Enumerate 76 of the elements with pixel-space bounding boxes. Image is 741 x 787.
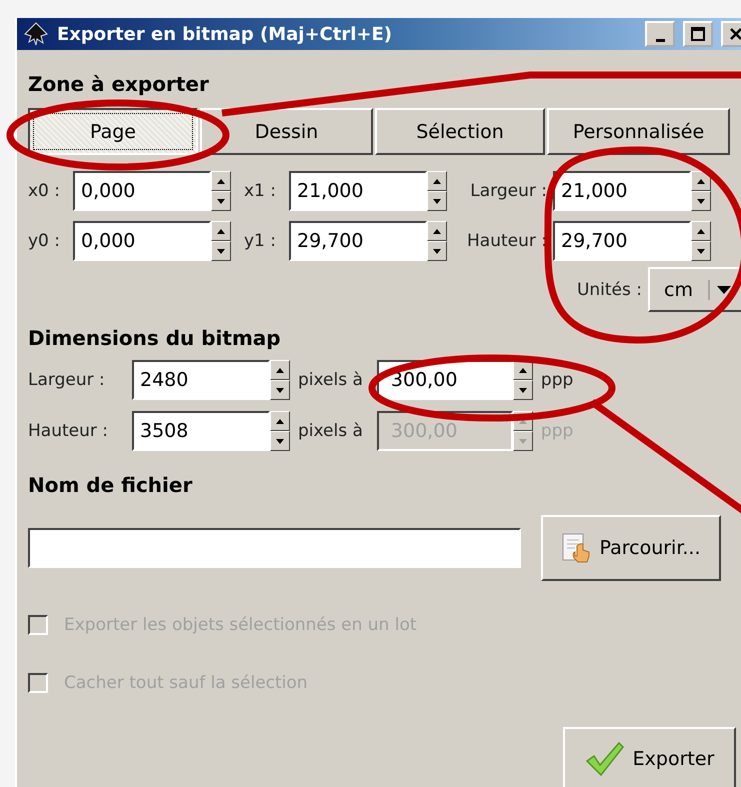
export-area-tab[interactable]: Personnalisée — [547, 108, 730, 155]
spin-down-button[interactable] — [427, 191, 447, 211]
app-icon — [23, 21, 49, 47]
browse-button[interactable]: Parcourir... — [541, 515, 721, 581]
field-label: Largeur : — [469, 181, 547, 201]
maximize-icon — [691, 27, 705, 41]
down-arrow-icon — [697, 198, 705, 204]
checkmark-icon — [584, 740, 625, 776]
spin-up-button[interactable] — [427, 221, 447, 241]
export-area-tab[interactable]: Page — [28, 108, 198, 155]
minimize-icon — [656, 38, 664, 42]
unit-label: ppp — [540, 370, 574, 390]
up-arrow-icon — [217, 228, 225, 234]
spin-up-button[interactable] — [270, 411, 290, 431]
down-arrow-icon — [217, 198, 225, 204]
up-arrow-icon — [433, 228, 441, 234]
caret-icon — [708, 278, 734, 302]
spin-up-button[interactable] — [691, 221, 711, 241]
down-arrow-icon — [276, 388, 284, 392]
number-field[interactable]: 29,700 — [289, 221, 427, 261]
export-area-tab[interactable]: Sélection — [375, 108, 545, 155]
section-heading: Zone à exporter — [28, 72, 209, 96]
maximize-button[interactable] — [683, 21, 713, 47]
field-label: Largeur : — [28, 370, 106, 390]
units-dropdown[interactable]: cm — [648, 267, 741, 312]
spin-down-button[interactable] — [691, 191, 711, 211]
spin-down-button[interactable] — [512, 380, 533, 400]
up-arrow-icon — [433, 178, 441, 184]
down-arrow-icon — [433, 248, 441, 254]
up-arrow-icon — [697, 228, 705, 234]
number-field[interactable]: 21,000 — [289, 171, 427, 211]
window-title: Exporter en bitmap (Maj+Ctrl+E) — [57, 24, 393, 44]
minimize-button[interactable] — [645, 21, 675, 47]
field-label: y1 : — [244, 231, 277, 251]
field-label: y0 : — [28, 231, 62, 251]
up-arrow-icon — [518, 418, 527, 424]
number-field[interactable]: 21,000 — [553, 171, 691, 211]
export-button[interactable]: Exporter — [563, 727, 736, 787]
spin-down-button[interactable] — [270, 431, 290, 451]
field-label: x1 : — [244, 181, 277, 201]
up-arrow-icon — [697, 178, 705, 184]
spin-up-button[interactable] — [270, 360, 290, 380]
number-field[interactable]: 0,000 — [73, 171, 211, 211]
close-icon — [729, 27, 741, 41]
up-arrow-icon — [518, 368, 527, 372]
down-arrow-icon — [518, 438, 527, 444]
spin-up-button[interactable] — [211, 171, 231, 191]
down-arrow-icon — [433, 198, 441, 204]
spin-up-button[interactable] — [427, 171, 447, 191]
spin-down-button[interactable] — [211, 241, 231, 261]
pixel-field[interactable]: 2480 — [132, 360, 270, 400]
field-label: x0 : — [28, 181, 62, 201]
spin-down-button[interactable] — [270, 380, 290, 400]
export-area-tab[interactable]: Dessin — [200, 108, 373, 155]
up-arrow-icon — [276, 368, 284, 372]
section-heading: Dimensions du bitmap — [28, 326, 281, 350]
spin-up-button[interactable] — [691, 171, 711, 191]
filename-field[interactable] — [28, 528, 521, 568]
down-arrow-icon — [217, 248, 225, 254]
spin-down-button[interactable] — [427, 241, 447, 261]
units-label: Unités : — [576, 280, 642, 300]
number-field[interactable]: 0,000 — [73, 221, 211, 261]
up-arrow-icon — [217, 178, 225, 184]
up-arrow-icon — [276, 418, 284, 424]
down-arrow-icon — [276, 438, 284, 444]
number-field[interactable]: 29,700 — [553, 221, 691, 261]
spin-down-button[interactable] — [691, 241, 711, 261]
down-arrow-icon — [697, 248, 705, 254]
spin-up-button[interactable] — [211, 221, 231, 241]
section-heading: Nom de fichier — [28, 473, 192, 497]
down-arrow-icon — [518, 388, 527, 392]
field-label: pixels à — [298, 421, 363, 441]
spin-down-button[interactable] — [211, 191, 231, 211]
field-label: Hauteur : — [28, 421, 109, 441]
document-hand-icon — [561, 532, 592, 564]
field-label: pixels à — [298, 370, 363, 390]
